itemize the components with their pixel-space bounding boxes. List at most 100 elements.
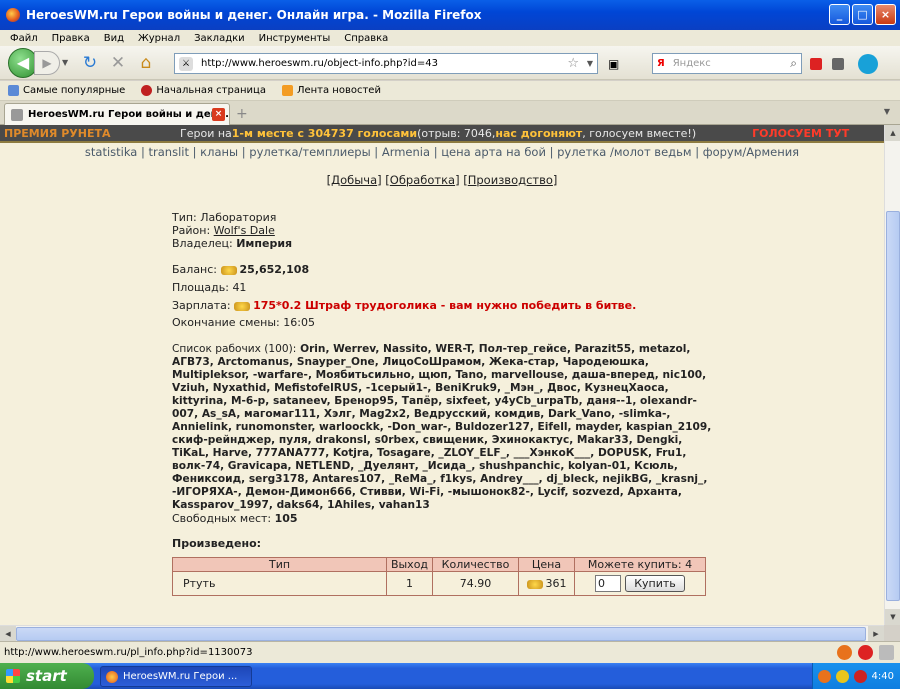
gold-icon — [220, 265, 237, 275]
taskbar-firefox-item[interactable]: HeroesWM.ru Герои ... — [100, 666, 252, 687]
menu-tools[interactable]: Инструменты — [259, 33, 331, 44]
price-value: 361 — [545, 577, 567, 590]
tab-list-icon[interactable]: ▼ — [884, 107, 890, 116]
navigation-toolbar: ◀ ▶ ▼ ↻ ✕ ⌂ ⚔ http://www.heroeswm.ru/obj… — [0, 46, 900, 80]
free-slots-value: 105 — [274, 512, 298, 525]
start-button[interactable]: start — [0, 663, 94, 689]
rating-banner[interactable]: ПРЕМИЯ РУНЕТА Герои на 1-м месте с 30473… — [0, 125, 884, 143]
adblock-icon[interactable] — [858, 645, 873, 660]
skype-icon[interactable] — [858, 54, 878, 74]
horizontal-scrollbar[interactable]: ◀ ▶ — [0, 625, 884, 642]
menu-view[interactable]: Вид — [104, 33, 124, 44]
site-icon: ⚔ — [179, 56, 193, 71]
mining-link[interactable]: Добыча — [331, 173, 377, 187]
window-titlebar: HeroesWM.ru Герои войны и денег. Онлайн … — [0, 0, 900, 30]
minimize-button[interactable]: _ — [829, 4, 850, 25]
windows-logo-icon — [6, 669, 20, 683]
buy-cell: 0 Купить — [574, 571, 706, 596]
buy-quantity-input[interactable]: 0 — [595, 575, 621, 592]
top-links[interactable]: statistika | translit | кланы | рулетка/… — [0, 145, 884, 159]
output-value: 1 — [386, 571, 433, 596]
reload-icon[interactable]: ↻ — [78, 51, 102, 75]
url-bar[interactable]: ⚔ http://www.heroeswm.ru/object-info.php… — [174, 53, 598, 74]
production-link[interactable]: Производство — [468, 173, 553, 187]
url-dropdown-icon[interactable]: ▼ — [587, 59, 593, 68]
bookmark-star-icon[interactable]: ☆ — [567, 56, 579, 71]
object-info: Тип: Лаборатория Район: Wolf's Dale Влад… — [172, 211, 717, 550]
history-dropdown-icon[interactable]: ▼ — [62, 58, 74, 67]
object-type: Лаборатория — [200, 211, 277, 224]
col-price: Цена — [518, 557, 575, 572]
yandex-icon: Я — [657, 58, 665, 69]
menu-bookmarks[interactable]: Закладки — [194, 33, 245, 44]
gold-icon — [234, 301, 251, 311]
search-icon[interactable]: ⌕ — [790, 56, 797, 71]
window-title: HeroesWM.ru Герои войны и денег. Онлайн … — [26, 8, 482, 22]
vertical-scroll-thumb[interactable] — [886, 211, 900, 601]
alert-tray-icon[interactable] — [853, 669, 867, 683]
security-tray-icon[interactable] — [835, 669, 849, 683]
new-tab-icon[interactable]: + — [236, 106, 248, 122]
production-table: Тип Выход Количество Цена Можете купить:… — [172, 557, 706, 596]
firefox-task-icon — [106, 671, 118, 683]
rss-icon — [281, 85, 293, 96]
vote-link[interactable]: ГОЛОСУЕМ ТУТ — [752, 127, 849, 140]
windows-taskbar: start HeroesWM.ru Герои ... 4:40 — [0, 663, 900, 689]
screenshot-icon[interactable]: ▣ — [608, 57, 619, 71]
bookmarks-toolbar: Самые популярные Начальная страница Лент… — [0, 81, 900, 101]
url-text[interactable]: http://www.heroeswm.ru/object-info.php?i… — [201, 58, 438, 69]
tab-title: HeroesWM.ru Герои войны и ден... — [28, 109, 229, 120]
bookmark-folder-icon — [8, 85, 19, 96]
col-type: Тип — [172, 557, 387, 572]
resource-name: Ртуть — [172, 571, 387, 596]
scroll-down-icon[interactable]: ▼ — [885, 609, 900, 625]
price-cell: 361 — [518, 571, 575, 596]
status-bar: http://www.heroeswm.ru/pl_info.php?id=11… — [0, 641, 900, 663]
owner-name: Империя — [236, 237, 293, 250]
salary-value: 175*0.2 Штраф трудоголика - вам нужно по… — [253, 299, 637, 312]
home-icon[interactable]: ⌂ — [134, 51, 158, 75]
premium-label: ПРЕМИЯ РУНЕТА — [4, 126, 111, 140]
tab-favicon — [11, 108, 23, 121]
object-subnav: [Добыча] [Обработка] [Производство] — [326, 173, 558, 187]
menu-file[interactable]: Файл — [10, 33, 38, 44]
bookmark-start-page[interactable]: Начальная страница — [141, 85, 266, 96]
bookmark-popular[interactable]: Самые популярные — [8, 85, 125, 96]
firefox-icon — [6, 8, 20, 22]
scroll-left-icon[interactable]: ◀ — [0, 626, 16, 642]
district-link[interactable]: Wolf's Dale — [214, 224, 275, 237]
menu-history[interactable]: Журнал — [138, 33, 180, 44]
workers-names[interactable]: Orin, Werrev, Nassito, WER-T, Пол-тер_ге… — [172, 343, 711, 511]
tab-heroeswm[interactable]: HeroesWM.ru Герои войны и ден... × — [4, 103, 230, 125]
resize-grip-icon[interactable] — [879, 645, 894, 660]
col-quantity: Количество — [432, 557, 519, 572]
table-header-row: Тип Выход Количество Цена Можете купить:… — [172, 557, 706, 572]
close-button[interactable]: × — [875, 4, 896, 25]
processing-link[interactable]: Обработка — [390, 173, 455, 187]
firefox-bookmark-icon — [141, 85, 153, 96]
k-addon-icon[interactable] — [832, 58, 844, 70]
firefox-status-icon[interactable] — [837, 645, 852, 660]
forward-button[interactable]: ▶ — [34, 50, 60, 75]
firefox-tray-icon[interactable] — [817, 669, 831, 683]
workers-header: Список рабочих (100): — [172, 343, 297, 355]
balance-value: 25,652,108 — [239, 263, 310, 276]
menu-help[interactable]: Справка — [344, 33, 388, 44]
search-field[interactable]: Я Яндекс ⌕ — [652, 53, 802, 74]
maximize-button[interactable]: □ — [852, 4, 873, 25]
scroll-right-icon[interactable]: ▶ — [868, 626, 884, 642]
close-tab-icon[interactable]: × — [212, 108, 225, 121]
menu-edit[interactable]: Правка — [52, 33, 90, 44]
stop-icon[interactable]: ✕ — [106, 51, 130, 75]
buy-button[interactable]: Купить — [625, 575, 685, 592]
area-value: 41 — [232, 281, 247, 294]
search-placeholder: Яндекс — [672, 58, 711, 69]
produced-title: Произведено: — [172, 537, 262, 550]
vertical-scrollbar[interactable]: ▲ ▼ — [884, 125, 900, 625]
addon-icon[interactable] — [810, 58, 822, 70]
quantity-value: 74.90 — [432, 571, 519, 596]
status-text: http://www.heroeswm.ru/pl_info.php?id=11… — [4, 647, 253, 658]
horizontal-scroll-thumb[interactable] — [16, 627, 866, 641]
scroll-up-icon[interactable]: ▲ — [885, 125, 900, 141]
bookmark-news-feed[interactable]: Лента новостей — [281, 85, 381, 96]
